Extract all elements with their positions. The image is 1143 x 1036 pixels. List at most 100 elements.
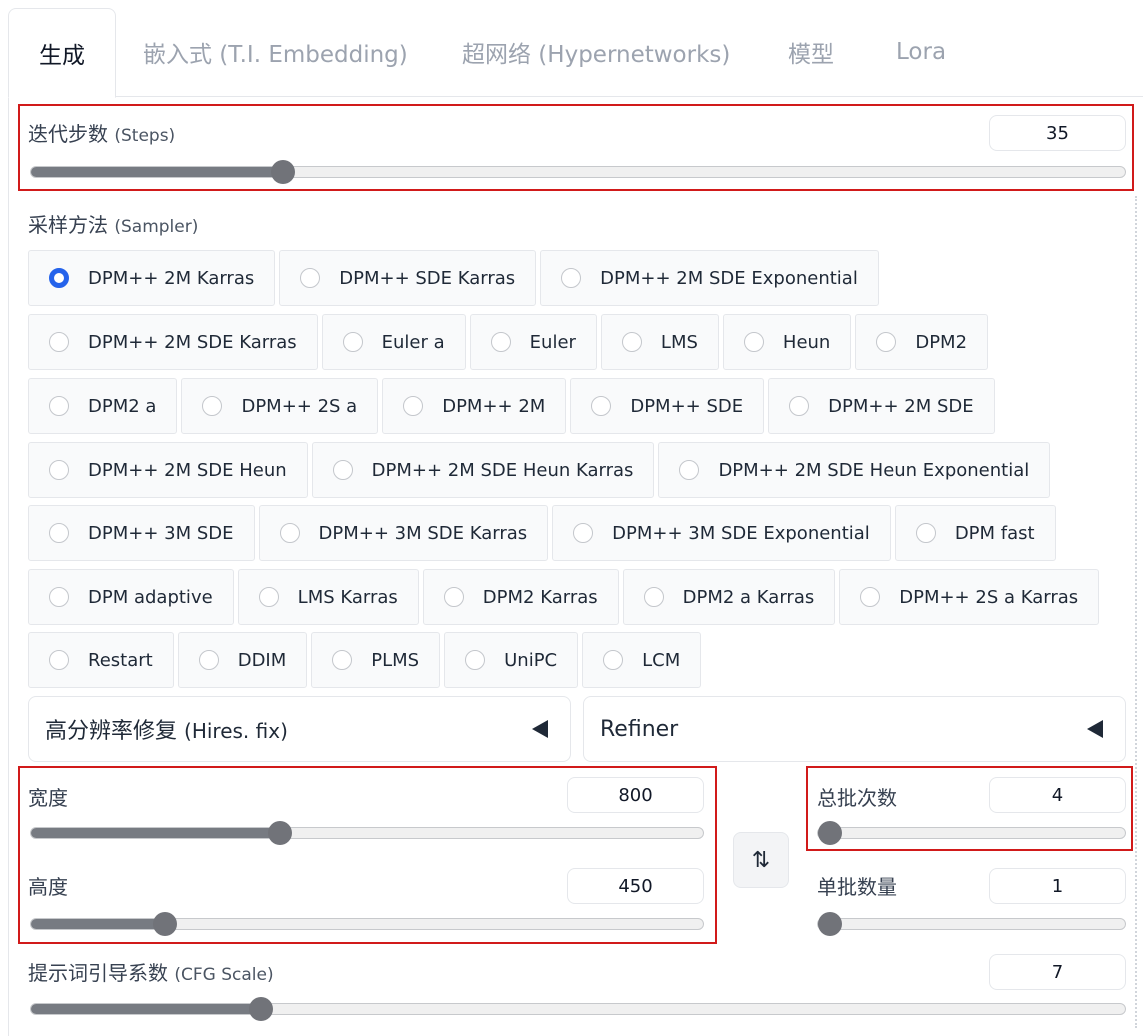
sampler-option-label: DPM++ 3M SDE Karras [318, 522, 528, 544]
sampler-option[interactable]: DPM++ 2M Karras [28, 250, 276, 306]
radio-icon[interactable] [465, 650, 486, 670]
sampler-option[interactable]: DPM++ 3M SDE [28, 505, 255, 561]
radio-icon[interactable] [443, 587, 464, 607]
radio-icon[interactable] [202, 396, 223, 416]
tab-embedding[interactable]: 嵌入式 (T.I. Embedding) [143, 8, 408, 96]
radio-icon[interactable] [49, 268, 69, 288]
radio-icon[interactable] [621, 332, 642, 352]
radio-icon[interactable] [198, 650, 219, 670]
steps-number-input[interactable]: 35 [989, 115, 1126, 151]
slider-thumb[interactable] [267, 821, 292, 845]
sampler-option[interactable]: DPM++ 2M SDE Heun Karras [311, 442, 655, 498]
tab-hypernetworks[interactable]: 超网络 (Hypernetworks) [462, 8, 730, 96]
slider-thumb[interactable] [818, 912, 842, 936]
radio-icon[interactable] [49, 523, 69, 543]
sampler-option[interactable]: DPM2 Karras [422, 569, 619, 625]
sampler-option[interactable]: DPM++ 2M [382, 378, 567, 434]
tab-generate[interactable]: 生成 [8, 8, 116, 98]
radio-icon[interactable] [789, 396, 810, 416]
sampler-option[interactable]: DPM++ 2M SDE Exponential [540, 250, 879, 306]
radio-icon[interactable] [332, 460, 353, 480]
radio-icon[interactable] [49, 460, 69, 480]
sampler-option[interactable]: LMS Karras [237, 569, 419, 625]
slider-fill [31, 828, 280, 838]
radio-icon[interactable] [300, 268, 321, 288]
radio-icon[interactable] [876, 332, 897, 352]
sampler-option-label: DPM2 [915, 331, 968, 353]
batch-size-number-input[interactable]: 1 [989, 868, 1126, 904]
sampler-option[interactable]: Euler a [321, 314, 466, 370]
sampler-option-label: DPM++ SDE [630, 395, 744, 417]
batch-count-slider[interactable] [817, 821, 1126, 845]
slider-thumb[interactable] [270, 160, 295, 184]
sampler-option[interactable]: DPM++ 2S a [181, 378, 379, 434]
sampler-option[interactable]: DPM++ SDE [570, 378, 765, 434]
sampler-option[interactable]: LCM [582, 632, 702, 688]
sampler-option[interactable]: PLMS [311, 632, 441, 688]
sampler-option-label: DPM++ 2M SDE Heun [88, 459, 287, 481]
batch-count-number-input[interactable]: 4 [989, 777, 1126, 813]
sampler-option[interactable]: DDIM [177, 632, 308, 688]
swap-dimensions-button[interactable]: ⇅ [733, 832, 789, 888]
sampler-option[interactable]: DPM++ 2S a Karras [839, 569, 1100, 625]
radio-icon[interactable] [49, 650, 69, 670]
cfg-number-input[interactable]: 7 [989, 954, 1126, 990]
sampler-option[interactable]: DPM++ 3M SDE Exponential [552, 505, 891, 561]
sampler-option[interactable]: DPM++ 2M SDE Heun Exponential [658, 442, 1051, 498]
sampler-option-label: DPM++ 3M SDE [88, 522, 234, 544]
radio-icon[interactable] [403, 396, 424, 416]
sampler-option[interactable]: Euler [469, 314, 597, 370]
sampler-option[interactable]: DPM adaptive [28, 569, 234, 625]
sampler-option[interactable]: DPM++ SDE Karras [279, 250, 537, 306]
sampler-option[interactable]: LMS [600, 314, 719, 370]
slider-thumb[interactable] [248, 997, 273, 1021]
height-slider[interactable] [30, 912, 704, 936]
radio-icon[interactable] [49, 396, 69, 416]
sampler-option[interactable]: DPM++ 2M SDE [768, 378, 995, 434]
radio-icon[interactable] [743, 332, 764, 352]
tab-models[interactable]: 模型 [788, 8, 834, 96]
width-number-input[interactable]: 800 [567, 777, 704, 813]
batch-size-slider[interactable] [817, 912, 1126, 936]
hires-fix-accordion[interactable]: 高分辨率修复 (Hires. fix) [28, 696, 571, 762]
radio-icon[interactable] [49, 587, 69, 607]
radio-icon[interactable] [279, 523, 300, 543]
sampler-option-label: DPM++ 2M SDE Heun Exponential [718, 459, 1030, 481]
height-number-input[interactable]: 450 [567, 868, 704, 904]
sampler-option[interactable]: DPM++ 2M SDE Karras [28, 314, 318, 370]
steps-slider[interactable] [30, 160, 1126, 184]
slider-thumb[interactable] [818, 821, 842, 845]
radio-icon[interactable] [561, 268, 582, 288]
sampler-option[interactable]: Restart [28, 632, 174, 688]
sampler-option[interactable]: UniPC [444, 632, 579, 688]
sampler-option[interactable]: DPM++ 2M SDE Heun [28, 442, 308, 498]
width-slider[interactable] [30, 821, 704, 845]
radio-icon[interactable] [603, 650, 624, 670]
sampler-option[interactable]: DPM fast [894, 505, 1056, 561]
sampler-option-label: DPM++ SDE Karras [339, 267, 516, 289]
sampler-option[interactable]: DPM2 a [28, 378, 178, 434]
sampler-option[interactable]: DPM++ 3M SDE Karras [258, 505, 549, 561]
tab-lora[interactable]: Lora [896, 8, 946, 96]
sampler-option[interactable]: DPM2 [855, 314, 989, 370]
scrollbar[interactable] [1135, 196, 1143, 1028]
radio-icon[interactable] [915, 523, 936, 543]
radio-icon[interactable] [258, 587, 279, 607]
sampler-option[interactable]: DPM2 a Karras [622, 569, 836, 625]
radio-icon[interactable] [643, 587, 664, 607]
radio-icon[interactable] [332, 650, 353, 670]
radio-icon[interactable] [342, 332, 363, 352]
radio-icon[interactable] [679, 460, 700, 480]
sampler-option-label: DPM++ 2M SDE [828, 395, 974, 417]
radio-icon[interactable] [860, 587, 881, 607]
radio-icon[interactable] [490, 332, 511, 352]
radio-icon[interactable] [49, 332, 69, 352]
refiner-accordion[interactable]: Refiner [583, 696, 1126, 762]
radio-icon[interactable] [591, 396, 612, 416]
sampler-row: DPM adaptive LMS Karras DPM2 Karras DPM2 a … [28, 569, 1103, 627]
radio-icon[interactable] [573, 523, 594, 543]
sampler-row: DPM++ 2M SDE Karras Euler a Euler LMS Heun DP… [28, 314, 992, 372]
sampler-option-label: LCM [642, 649, 681, 671]
cfg-slider[interactable] [30, 997, 1126, 1021]
sampler-option[interactable]: Heun [722, 314, 852, 370]
